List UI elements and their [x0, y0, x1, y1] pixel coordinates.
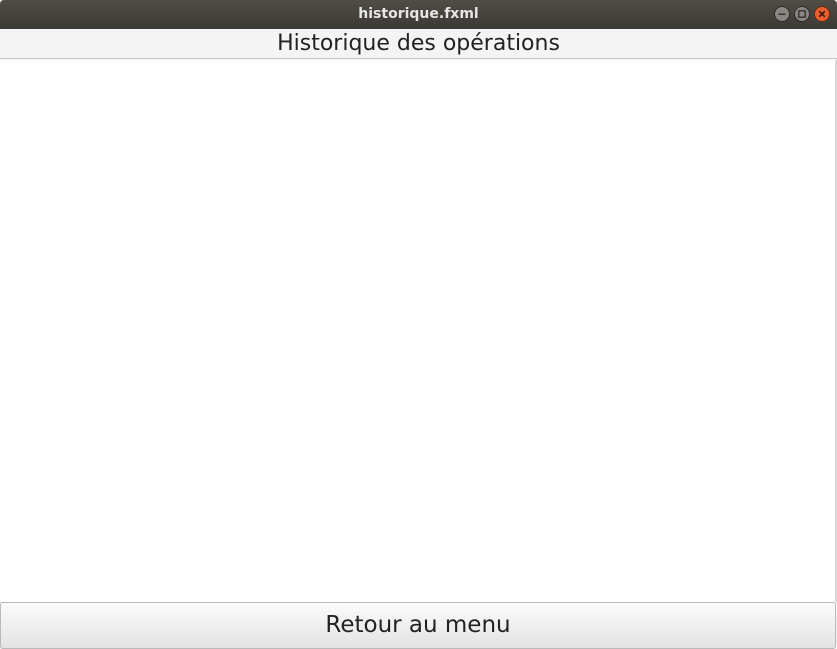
history-list[interactable] — [0, 60, 837, 602]
close-icon — [818, 10, 826, 18]
maximize-button[interactable] — [794, 6, 810, 22]
window-titlebar[interactable]: historique.fxml — [0, 0, 837, 29]
close-button[interactable] — [814, 6, 830, 22]
back-to-menu-button[interactable]: Retour au menu — [0, 602, 836, 649]
application-window: historique.fxml Historique des opération… — [0, 0, 837, 649]
maximize-icon — [798, 10, 806, 18]
minimize-icon — [778, 13, 786, 15]
page-title: Historique des opérations — [277, 31, 560, 56]
page-header: Historique des opérations — [0, 29, 837, 59]
minimize-button[interactable] — [774, 6, 790, 22]
window-title: historique.fxml — [358, 6, 479, 22]
